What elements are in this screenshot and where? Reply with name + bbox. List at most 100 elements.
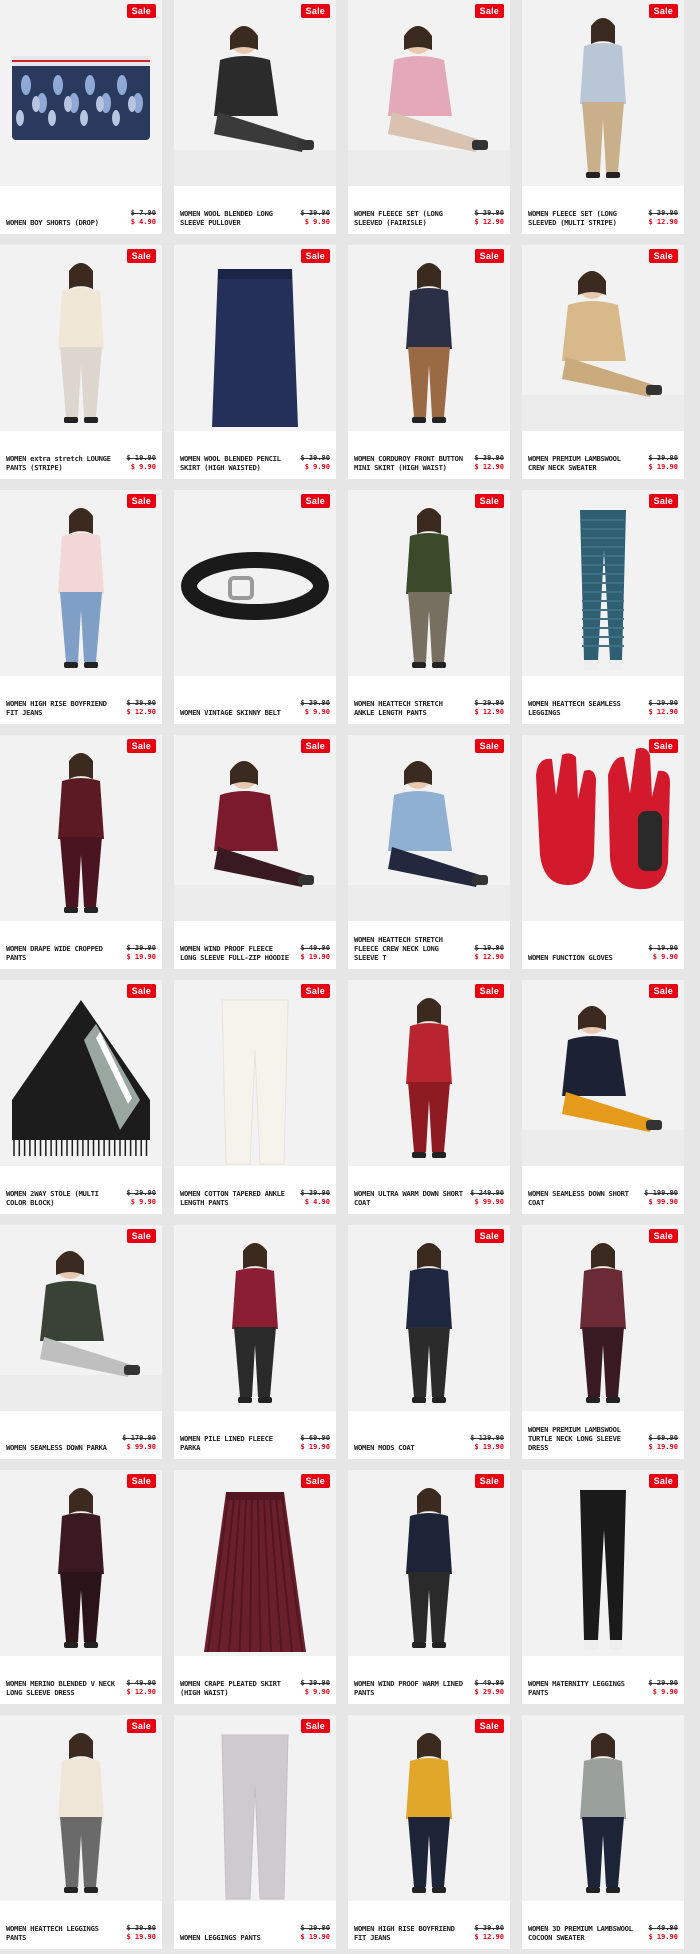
product-name[interactable]: WOMEN WIND PROOF FLEECE LONG SLEEVE FULL… — [180, 944, 290, 962]
product-image[interactable] — [0, 735, 162, 921]
product-card[interactable]: Sale WOMEN HEATTECH STRETCH FLEECE CREW N… — [348, 735, 510, 969]
product-name[interactable]: WOMEN FLEECE SET (LONG SLEEVED (MULTI ST… — [528, 209, 638, 227]
product-name[interactable]: WOMEN MATERNITY LEGGINGS PANTS — [528, 1679, 638, 1697]
product-card[interactable]: Sale WOMEN HIGH RISE BOYFRIEND FIT JEANS $… — [0, 490, 162, 724]
product-name[interactable]: WOMEN HEATTECH SEAMLESS LEGGINGS — [528, 699, 638, 717]
product-card[interactable]: Sale WOMEN FLEECE SET (LONG SLEEVED (FAIR… — [348, 0, 510, 234]
product-name[interactable]: WOMEN PREMIUM LAMBSWOOL TURTLE NECK LONG… — [528, 1425, 638, 1452]
product-image[interactable] — [174, 1715, 336, 1901]
product-name[interactable]: WOMEN WIND PROOF WARM LINED PANTS — [354, 1679, 464, 1697]
original-price: $ 49.90 — [648, 1924, 678, 1932]
product-name[interactable]: WOMEN SEAMLESS DOWN PARKA — [6, 1443, 116, 1452]
sale-badge: Sale — [474, 4, 504, 18]
product-card[interactable]: Sale WOMEN MERINO BLENDED V NECK LONG SLE… — [0, 1470, 162, 1704]
product-card[interactable]: Sale WOMEN FLEECE SET (LONG SLEEVED (MULT… — [522, 0, 684, 234]
product-image[interactable] — [348, 735, 510, 921]
product-image[interactable] — [174, 490, 336, 676]
product-name[interactable]: WOMEN PREMIUM LAMBSWOOL CREW NECK SWEATE… — [528, 454, 638, 472]
product-image[interactable] — [0, 1715, 162, 1901]
product-card[interactable]: Sale WOMEN WOOL BLENDED PENCIL SKIRT (HIG… — [174, 245, 336, 479]
product-image[interactable] — [348, 1715, 510, 1901]
product-name[interactable]: WOMEN 2WAY STOLE (MULTI COLOR BLOCK) — [6, 1189, 116, 1207]
product-image[interactable] — [522, 1470, 684, 1656]
product-image[interactable] — [522, 0, 684, 186]
product-name[interactable]: WOMEN CORDUROY FRONT BUTTON MINI SKIRT (… — [354, 454, 464, 472]
product-name[interactable]: WOMEN BOY SHORTS (DROP) — [6, 218, 116, 227]
product-name[interactable]: WOMEN PILE LINED FLEECE PARKA — [180, 1434, 290, 1452]
product-name[interactable]: WOMEN COTTON TAPERED ANKLE LENGTH PANTS — [180, 1189, 290, 1207]
product-name[interactable]: WOMEN HEATTECH STRETCH ANKLE LENGTH PANT… — [354, 699, 464, 717]
product-image[interactable] — [0, 490, 162, 676]
product-card[interactable]: Sale WOMEN PREMIUM LAMBSWOOL TURTLE NECK … — [522, 1225, 684, 1459]
product-card[interactable]: Sale WOMEN HEATTECH STRETCH ANKLE LENGTH … — [348, 490, 510, 724]
product-card[interactable]: Sale WOMEN HEATTECH LEGGINGS PANTS $ 39.90… — [0, 1715, 162, 1949]
product-card[interactable]: Sale WOMEN HIGH RISE BOYFRIEND FIT JEANS $… — [348, 1715, 510, 1949]
product-name[interactable]: WOMEN HIGH RISE BOYFRIEND FIT JEANS — [6, 699, 116, 717]
product-card[interactable]: Sale WOMEN VINTAGE SKINNY BELT $ 39.90 $ 9.… — [174, 490, 336, 724]
product-image[interactable] — [0, 1470, 162, 1656]
product-card[interactable]: Sale WOMEN BOY SHORTS (DROP) $ 7.90 $ 4.90 — [0, 0, 162, 234]
product-image[interactable] — [348, 0, 510, 186]
product-card[interactable]: Sale WOMEN COTTON TAPERED ANKLE LENGTH PA… — [174, 980, 336, 1214]
product-image[interactable] — [174, 245, 336, 431]
product-image[interactable] — [0, 1225, 162, 1411]
product-name[interactable]: WOMEN LEGGINGS PANTS — [180, 1933, 290, 1942]
product-image[interactable] — [522, 980, 684, 1166]
product-card[interactable]: WOMEN PILE LINED FLEECE PARKA $ 69.90 $ 19… — [174, 1225, 336, 1459]
product-card[interactable]: Sale WOMEN WIND PROOF FLEECE LONG SLEEVE … — [174, 735, 336, 969]
product-image[interactable] — [522, 1225, 684, 1411]
product-name[interactable]: WOMEN VINTAGE SKINNY BELT — [180, 708, 290, 717]
product-image[interactable] — [348, 1470, 510, 1656]
product-name[interactable]: WOMEN FLEECE SET (LONG SLEEVED (FAIRISLE… — [354, 209, 464, 227]
product-name[interactable]: WOMEN MERINO BLENDED V NECK LONG SLEEVE … — [6, 1679, 116, 1697]
product-image[interactable] — [174, 735, 336, 921]
product-image[interactable] — [0, 245, 162, 431]
product-name[interactable]: WOMEN DRAPE WIDE CROPPED PANTS — [6, 944, 116, 962]
product-card[interactable]: Sale WOMEN FUNCTION GLOVES $ 19.90 $ 9.90 — [522, 735, 684, 969]
product-image[interactable] — [348, 490, 510, 676]
product-image[interactable] — [522, 1715, 684, 1901]
product-image[interactable] — [0, 980, 162, 1166]
product-card[interactable]: Sale WOMEN extra stretch LOUNGE PANTS (ST… — [0, 245, 162, 479]
product-card[interactable]: Sale WOMEN WIND PROOF WARM LINED PANTS $ 4… — [348, 1470, 510, 1704]
product-image[interactable] — [174, 980, 336, 1166]
product-name[interactable]: WOMEN CRAPE PLEATED SKIRT (HIGH WAIST) — [180, 1679, 290, 1697]
product-card[interactable]: Sale WOMEN ULTRA WARM DOWN SHORT COAT $ 24… — [348, 980, 510, 1214]
product-name[interactable]: WOMEN extra stretch LOUNGE PANTS (STRIPE… — [6, 454, 116, 472]
product-name[interactable]: WOMEN HEATTECH LEGGINGS PANTS — [6, 1924, 116, 1942]
product-image[interactable] — [0, 0, 162, 186]
product-name[interactable]: WOMEN FUNCTION GLOVES — [528, 953, 638, 962]
product-name[interactable]: WOMEN WOOL BLENDED PENCIL SKIRT (HIGH WA… — [180, 454, 290, 472]
product-image[interactable] — [174, 1470, 336, 1656]
product-card[interactable]: WOMEN 3D PREMIUM LAMBSWOOL COCOON SWEATE… — [522, 1715, 684, 1949]
product-name[interactable]: WOMEN SEAMLESS DOWN SHORT COAT — [528, 1189, 638, 1207]
product-card[interactable]: Sale WOMEN MATERNITY LEGGINGS PANTS $ 29.9… — [522, 1470, 684, 1704]
product-name[interactable]: WOMEN ULTRA WARM DOWN SHORT COAT — [354, 1189, 464, 1207]
product-name[interactable]: WOMEN HEATTECH STRETCH FLEECE CREW NECK … — [354, 935, 464, 962]
product-card[interactable]: Sale WOMEN CRAPE PLEATED SKIRT (HIGH WAIS… — [174, 1470, 336, 1704]
product-card[interactable]: Sale WOMEN HEATTECH SEAMLESS LEGGINGS $ 29… — [522, 490, 684, 724]
product-card[interactable]: Sale WOMEN SEAMLESS DOWN SHORT COAT $ 199.… — [522, 980, 684, 1214]
product-card[interactable]: Sale WOMEN 2WAY STOLE (MULTI COLOR BLOCK)… — [0, 980, 162, 1214]
product-image[interactable] — [522, 245, 684, 431]
product-name[interactable]: WOMEN MODS COAT — [354, 1443, 464, 1452]
product-card[interactable]: Sale WOMEN LEGGINGS PANTS $ 29.90 $ 19.90 — [174, 1715, 336, 1949]
product-card[interactable]: Sale WOMEN PREMIUM LAMBSWOOL CREW NECK SW… — [522, 245, 684, 479]
original-price: $ 69.90 — [300, 1434, 330, 1442]
product-name[interactable]: WOMEN WOOL BLENDED LONG SLEEVE PULLOVER — [180, 209, 290, 227]
product-name[interactable]: WOMEN HIGH RISE BOYFRIEND FIT JEANS — [354, 1924, 464, 1942]
product-image[interactable] — [348, 1225, 510, 1411]
product-card[interactable]: Sale WOMEN WOOL BLENDED LONG SLEEVE PULLO… — [174, 0, 336, 234]
product-card[interactable]: Sale WOMEN CORDUROY FRONT BUTTON MINI SKI… — [348, 245, 510, 479]
product-image[interactable] — [174, 1225, 336, 1411]
sale-price: $ 12.90 — [474, 953, 504, 961]
product-card[interactable]: Sale WOMEN DRAPE WIDE CROPPED PANTS $ 39.9… — [0, 735, 162, 969]
product-name[interactable]: WOMEN 3D PREMIUM LAMBSWOOL COCOON SWEATE… — [528, 1924, 638, 1942]
product-image[interactable] — [522, 735, 684, 921]
product-image[interactable] — [174, 0, 336, 186]
product-image[interactable] — [522, 490, 684, 676]
product-image[interactable] — [348, 980, 510, 1166]
product-card[interactable]: Sale WOMEN SEAMLESS DOWN PARKA $ 179.90 $ 9… — [0, 1225, 162, 1459]
product-image[interactable] — [348, 245, 510, 431]
product-card[interactable]: Sale WOMEN MODS COAT $ 129.90 $ 19.90 — [348, 1225, 510, 1459]
